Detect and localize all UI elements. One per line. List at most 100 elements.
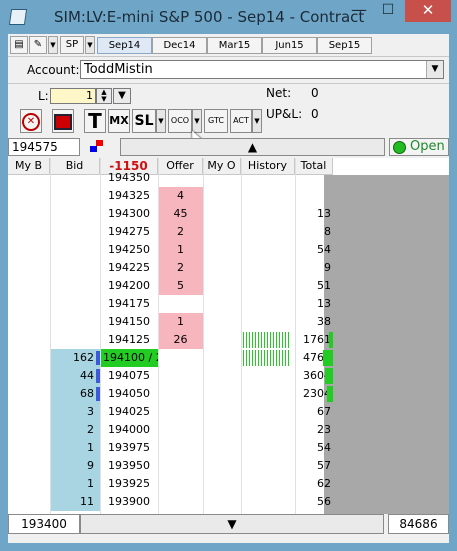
price-cell[interactable]: 194225 [100, 259, 158, 277]
inside-price-field[interactable]: 194575 [8, 138, 80, 156]
bid-cell[interactable] [50, 295, 100, 313]
history-cell[interactable] [241, 421, 295, 439]
history-cell[interactable] [241, 475, 295, 493]
my-offer-cell[interactable] [203, 259, 241, 277]
bid-cell[interactable] [50, 187, 100, 205]
cancel-all-button[interactable]: ✕ [20, 109, 42, 133]
bid-cell[interactable]: 1 [50, 439, 100, 457]
quantity-input[interactable]: 1 [50, 88, 96, 104]
my-bid-cell[interactable] [8, 331, 50, 349]
my-offer-cell[interactable] [203, 367, 241, 385]
maximize-icon[interactable]: ☐ [374, 0, 402, 22]
offer-cell[interactable] [158, 385, 203, 403]
price-cell[interactable]: 194025 [100, 403, 158, 421]
history-cell[interactable] [241, 439, 295, 457]
oco-button[interactable]: OCO [168, 109, 192, 133]
offer-cell[interactable]: 5 [158, 277, 203, 295]
quantity-stepper[interactable]: ▲ ▼ [96, 88, 112, 104]
price-cell[interactable]: 194150 [100, 313, 158, 331]
bid-cell[interactable]: 162 [50, 349, 100, 367]
minimize-icon[interactable]: — [345, 0, 373, 22]
bid-cell[interactable] [50, 331, 100, 349]
history-cell[interactable] [241, 385, 295, 403]
my-bid-cell[interactable] [8, 349, 50, 367]
price-cell[interactable]: 194325 [100, 187, 158, 205]
history-cell[interactable] [241, 367, 295, 385]
my-offer-cell[interactable] [203, 187, 241, 205]
my-bid-cell[interactable] [8, 439, 50, 457]
gtc-button[interactable]: GTC [204, 109, 228, 133]
my-bid-cell[interactable] [8, 457, 50, 475]
total-cell[interactable]: 51 [295, 277, 333, 295]
price-cell[interactable]: 194275 [100, 223, 158, 241]
offer-cell[interactable] [158, 457, 203, 475]
my-offer-cell[interactable] [203, 403, 241, 421]
price-cell[interactable]: 194075 [100, 367, 158, 385]
chevron-down-icon[interactable]: ▼ [156, 109, 166, 133]
bid-cell[interactable]: 1 [50, 475, 100, 493]
my-offer-cell[interactable] [203, 295, 241, 313]
total-cell[interactable]: 23 [295, 421, 333, 439]
bid-cell[interactable] [50, 169, 100, 187]
offer-cell[interactable] [158, 169, 203, 187]
my-bid-cell[interactable] [8, 295, 50, 313]
total-cell[interactable]: 9 [295, 259, 333, 277]
flatten-button[interactable] [52, 109, 74, 133]
account-select[interactable]: ToddMistin ▼ [80, 60, 444, 79]
total-cell[interactable]: 56 [295, 493, 333, 511]
chevron-down-icon[interactable]: ▼ [252, 109, 262, 133]
sl-button[interactable]: SL [132, 109, 156, 133]
history-cell[interactable] [241, 259, 295, 277]
bid-cell[interactable]: 68 [50, 385, 100, 403]
offer-cell[interactable]: 26 [158, 331, 203, 349]
month-tab-sep15[interactable]: Sep15 [317, 37, 372, 54]
history-cell[interactable] [241, 241, 295, 259]
my-bid-cell[interactable] [8, 313, 50, 331]
bid-cell[interactable] [50, 277, 100, 295]
my-offer-cell[interactable] [203, 277, 241, 295]
total-cell[interactable]: 13 [295, 205, 333, 223]
month-tab-dec14[interactable]: Dec14 [152, 37, 207, 54]
history-cell[interactable] [241, 223, 295, 241]
history-cell[interactable] [241, 187, 295, 205]
my-bid-cell[interactable] [8, 205, 50, 223]
bid-cell[interactable] [50, 223, 100, 241]
my-bid-cell[interactable] [8, 241, 50, 259]
chevron-down-icon[interactable]: ▼ [426, 61, 443, 78]
my-bid-cell[interactable] [8, 367, 50, 385]
offer-cell[interactable] [158, 421, 203, 439]
bid-cell[interactable] [50, 205, 100, 223]
script-icon[interactable]: ✎ [29, 36, 47, 54]
price-cell[interactable]: 193925 [100, 475, 158, 493]
bid-cell[interactable]: 3 [50, 403, 100, 421]
total-cell[interactable]: 67 [295, 403, 333, 421]
price-cell[interactable]: 194100 / 2 [100, 349, 158, 367]
act-button[interactable]: ACT [230, 109, 252, 133]
my-bid-cell[interactable] [8, 493, 50, 511]
exchange-selector[interactable]: SP [60, 36, 84, 54]
price-cell[interactable]: 194200 [100, 277, 158, 295]
offer-cell[interactable]: 2 [158, 223, 203, 241]
offer-cell[interactable] [158, 439, 203, 457]
price-cell[interactable]: 193975 [100, 439, 158, 457]
bid-cell[interactable]: 11 [50, 493, 100, 511]
offer-cell[interactable] [158, 367, 203, 385]
my-offer-cell[interactable] [203, 205, 241, 223]
total-cell[interactable]: 13 [295, 295, 333, 313]
my-bid-cell[interactable] [8, 421, 50, 439]
price-cell[interactable]: 194050 [100, 385, 158, 403]
price-cell[interactable]: 193900 [100, 493, 158, 511]
my-offer-cell[interactable] [203, 169, 241, 187]
title-bar[interactable]: SIM:LV:E-mini S&P 500 - Sep14 - Contract… [0, 0, 457, 34]
my-offer-cell[interactable] [203, 493, 241, 511]
month-tab-jun15[interactable]: Jun15 [262, 37, 317, 54]
price-cell[interactable]: 194350 [100, 169, 158, 187]
my-bid-cell[interactable] [8, 385, 50, 403]
total-cell[interactable] [295, 187, 333, 205]
month-tab-mar15[interactable]: Mar15 [207, 37, 262, 54]
volume-field[interactable]: 84686 [388, 514, 449, 534]
my-bid-cell[interactable] [8, 277, 50, 295]
total-cell[interactable]: 57 [295, 457, 333, 475]
scroll-down-button[interactable]: ▼ [80, 514, 384, 534]
my-bid-cell[interactable] [8, 259, 50, 277]
